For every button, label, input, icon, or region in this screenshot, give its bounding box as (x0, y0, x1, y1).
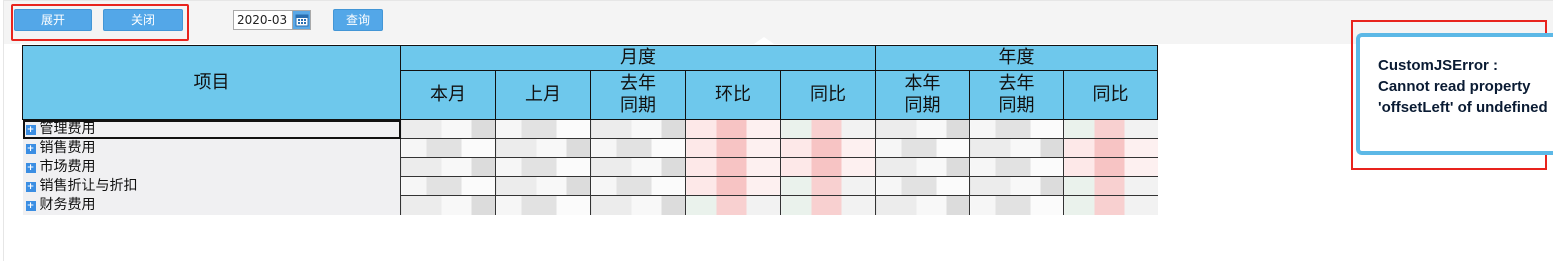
table-row[interactable]: + 销售费用 (22, 138, 1158, 158)
cell-redacted (875, 176, 970, 196)
expand-button[interactable]: 展开 (14, 9, 92, 31)
cell-redacted (495, 157, 591, 177)
cell-redacted (400, 176, 496, 196)
cell-redacted (969, 138, 1064, 158)
cell-redacted (400, 119, 496, 139)
row-label-text: 销售费用 (39, 140, 96, 156)
table-row[interactable]: + 市场费用 (22, 157, 1158, 177)
cell-redacted (875, 157, 970, 177)
monthly-header: 月度 (399, 45, 877, 71)
cell-redacted (400, 157, 496, 177)
date-value: 2020-03 (237, 13, 288, 27)
cell-redacted (1063, 157, 1158, 177)
cell-redacted (875, 119, 970, 139)
cell-redacted (969, 195, 1064, 215)
cell-redacted (875, 138, 970, 158)
row-label[interactable]: + 管理费用 (22, 119, 401, 139)
cell-redacted (779, 176, 876, 196)
plus-icon[interactable]: + (25, 182, 36, 192)
col-header-month-over-month: 环比 (685, 70, 781, 120)
calendar-icon[interactable] (292, 11, 310, 29)
col-header-last-year-same-period: 去年 同期 (590, 70, 686, 120)
plus-icon[interactable]: + (25, 201, 36, 211)
yearly-header: 年度 (875, 45, 1159, 71)
row-label-text: 市场费用 (39, 159, 96, 175)
cell-redacted (400, 138, 496, 158)
query-button[interactable]: 查询 (333, 9, 383, 31)
cell-redacted (875, 195, 970, 215)
row-label[interactable]: + 市场费用 (22, 157, 401, 177)
col-header-year-over-year: 同比 (779, 70, 877, 120)
date-input[interactable]: 2020-03 (233, 10, 311, 30)
cell-redacted (495, 195, 591, 215)
cell-redacted (495, 138, 591, 158)
cell-redacted (590, 176, 686, 196)
table-row[interactable]: + 财务费用 (22, 195, 1158, 215)
cell-redacted (685, 119, 781, 139)
cell-redacted (495, 119, 591, 139)
row-label[interactable]: + 财务费用 (22, 195, 401, 215)
cell-redacted (969, 119, 1064, 139)
error-message: CustomJSError : Cannot read property 'of… (1378, 57, 1548, 116)
col-header-yearly-yoy: 同比 (1063, 70, 1159, 120)
plus-icon[interactable]: + (25, 125, 36, 136)
cell-redacted (969, 157, 1064, 177)
item-header: 项目 (22, 45, 401, 120)
collapse-notch (754, 37, 774, 44)
cell-redacted (590, 157, 686, 177)
row-label[interactable]: + 销售折让与折扣 (22, 176, 401, 196)
cell-redacted (685, 195, 781, 215)
error-popup: CustomJSError : Cannot read property 'of… (1356, 33, 1553, 155)
cell-redacted (590, 138, 686, 158)
cell-redacted (779, 157, 876, 177)
cell-redacted (779, 195, 876, 215)
cell-redacted (779, 119, 876, 139)
cell-redacted (685, 157, 781, 177)
plus-icon[interactable]: + (25, 144, 36, 154)
cell-redacted (1063, 195, 1158, 215)
report-table: 项目 月度 年度 本月 上月 去年 同期 环比 同比 本年 同期 去年 同期 同… (22, 45, 1159, 215)
col-header-last-year-ytd: 去年 同期 (969, 70, 1065, 120)
cell-redacted (779, 138, 876, 158)
col-header-current-month: 本月 (400, 70, 496, 120)
plus-icon[interactable]: + (25, 163, 36, 173)
cell-redacted (1063, 119, 1158, 139)
cell-redacted (1063, 176, 1158, 196)
row-label-text: 财务费用 (39, 197, 96, 213)
row-label[interactable]: + 销售费用 (22, 138, 401, 158)
cell-redacted (685, 138, 781, 158)
collapse-button[interactable]: 关闭 (103, 9, 183, 31)
cell-redacted (685, 176, 781, 196)
cell-redacted (495, 176, 591, 196)
cell-redacted (590, 119, 686, 139)
cell-redacted (1063, 138, 1158, 158)
cell-redacted (969, 176, 1064, 196)
col-header-last-month: 上月 (495, 70, 591, 120)
table-row[interactable]: + 销售折让与折扣 (22, 176, 1158, 196)
row-label-text: 销售折让与折扣 (39, 178, 138, 194)
table-row[interactable]: + 管理费用 (22, 119, 1158, 139)
cell-redacted (400, 195, 496, 215)
col-header-this-year-same-period: 本年 同期 (875, 70, 971, 120)
cell-redacted (590, 195, 686, 215)
row-label-text: 管理费用 (39, 121, 96, 138)
